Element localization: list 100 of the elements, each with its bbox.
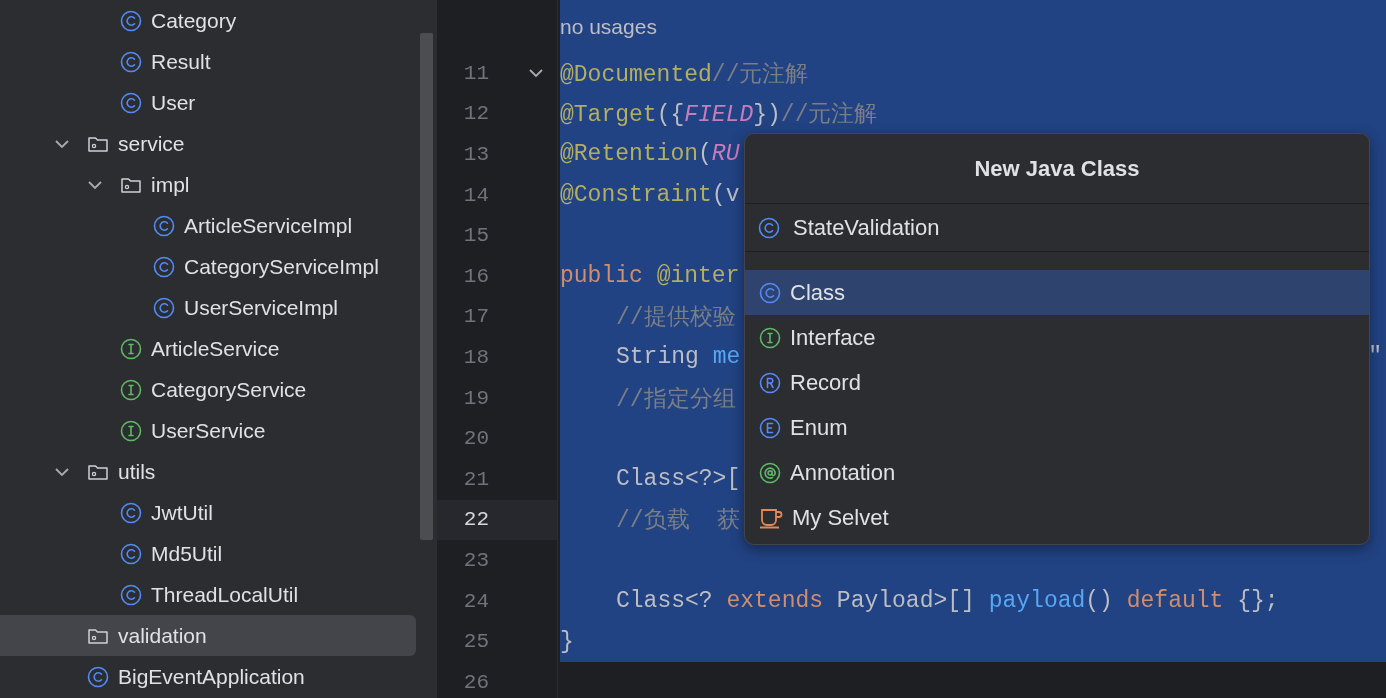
code-token: Class<? [616, 588, 714, 614]
interface-icon [759, 326, 781, 349]
code-token: @Constraint [560, 182, 712, 209]
class-icon [120, 583, 142, 606]
code-token: Class<?>[ [616, 466, 741, 493]
tree-item[interactable]: ArticleService [0, 328, 416, 369]
popup-title: New Java Class [745, 134, 1369, 204]
tree-item[interactable]: User [0, 82, 416, 123]
tree-item[interactable]: CategoryServiceImpl [0, 246, 416, 287]
line-number: 12 [462, 102, 489, 126]
interface-icon [120, 337, 142, 360]
tree-item-label: CategoryServiceImpl [184, 254, 379, 279]
tree-item-label: CategoryService [151, 377, 307, 402]
code-token: (v [711, 182, 740, 209]
code-token: //元注解 [780, 102, 878, 129]
code-token: () [1085, 588, 1114, 614]
code-token: " [1368, 344, 1382, 371]
tree-item[interactable]: impl [0, 164, 416, 205]
line-number: 20 [462, 427, 489, 451]
tree-item-label: validation [118, 623, 207, 648]
code-token: ({ [656, 102, 685, 129]
tree-item[interactable]: ThreadLocalUtil [0, 574, 416, 615]
class-icon [120, 501, 142, 524]
line-number: 22 [462, 508, 489, 532]
tree-item-label: utils [118, 459, 156, 484]
kind-option[interactable]: My Selvet [745, 495, 1369, 540]
interface-icon [120, 378, 142, 401]
tree-item-label: service [118, 131, 185, 156]
code-token: @Target [560, 102, 657, 129]
code-token: extends [726, 588, 824, 614]
class-icon [153, 255, 175, 278]
usages-hint: no usages [560, 14, 657, 39]
line-number: 26 [462, 670, 489, 694]
tree-item-label: ArticleService [151, 336, 280, 361]
tree-item-label: ArticleServiceImpl [184, 213, 353, 238]
line-number: 25 [462, 630, 489, 654]
kind-option[interactable]: Annotation [745, 450, 1369, 495]
tree-item[interactable]: Result [0, 41, 416, 82]
tree-item[interactable]: Md5Util [0, 533, 416, 574]
class-icon [153, 214, 175, 237]
tree-item[interactable]: validation [0, 615, 416, 656]
line-number: 11 [462, 61, 489, 85]
line-number: 17 [462, 305, 489, 329]
kind-option[interactable]: Interface [745, 315, 1369, 360]
line-number: 13 [462, 143, 489, 166]
class-icon [87, 665, 109, 688]
class-icon [759, 281, 781, 304]
tree-item-label: UserServiceImpl [184, 295, 339, 320]
code-token: {}; [1236, 588, 1279, 614]
code-token: default [1126, 588, 1224, 614]
tree-item-label: Md5Util [151, 541, 223, 566]
tree-item[interactable]: CategoryService [0, 369, 416, 410]
tree-item-label: JwtUtil [151, 500, 213, 525]
line-number: 15 [462, 224, 489, 248]
code-token: ( [698, 141, 712, 168]
code-token: payload [988, 588, 1086, 614]
record-icon [759, 371, 781, 394]
class-icon [120, 91, 142, 114]
tree-item[interactable]: UserServiceImpl [0, 287, 416, 328]
tree-item[interactable]: JwtUtil [0, 492, 416, 533]
tree-item[interactable]: UserService [0, 410, 416, 451]
tree-item-label: impl [151, 172, 190, 197]
class-icon [120, 9, 142, 32]
class-icon [120, 50, 142, 73]
tree-item[interactable]: Category [0, 0, 416, 41]
line-number: 19 [462, 386, 489, 410]
code-token: me [712, 344, 741, 371]
code-token: @inter [656, 263, 740, 290]
tree-item[interactable]: utils [0, 451, 416, 492]
kind-option[interactable]: Record [745, 360, 1369, 405]
code-token: String [616, 344, 700, 371]
code-token: //元注解 [711, 61, 809, 88]
scrollbar[interactable] [420, 33, 433, 540]
tree-item[interactable]: service [0, 123, 416, 164]
code-token: FIELD [684, 102, 754, 129]
class-icon [153, 296, 175, 319]
code-token: @Documented [560, 61, 712, 88]
line-number: 14 [462, 183, 489, 207]
code-token: RU [711, 141, 740, 168]
tree-item-label: User [151, 90, 196, 115]
line-number: 23 [462, 548, 489, 572]
code-token: //提供校验 [616, 305, 736, 332]
code-token: //指定分组 [616, 386, 736, 413]
line-number: 24 [462, 589, 489, 613]
tree-item-label: Result [151, 49, 211, 74]
code-token: //负载 获 [616, 508, 741, 535]
line-number: 21 [462, 467, 489, 491]
line-number: 18 [462, 345, 489, 369]
code-token: public [560, 263, 644, 290]
class-icon [120, 542, 142, 565]
kind-option[interactable]: Enum [745, 405, 1369, 450]
code-token: Payload>[] [835, 588, 976, 614]
tree-item[interactable]: ArticleServiceImpl [0, 205, 416, 246]
tree-item[interactable]: BigEventApplication [0, 656, 416, 697]
code-token: } [560, 628, 574, 655]
cup-icon [759, 506, 783, 529]
kind-option[interactable]: Class [745, 270, 1369, 315]
name-field[interactable]: StateValidation [745, 204, 1369, 252]
code-token: @Retention [560, 141, 699, 168]
tree-item-label: Category [151, 8, 237, 33]
